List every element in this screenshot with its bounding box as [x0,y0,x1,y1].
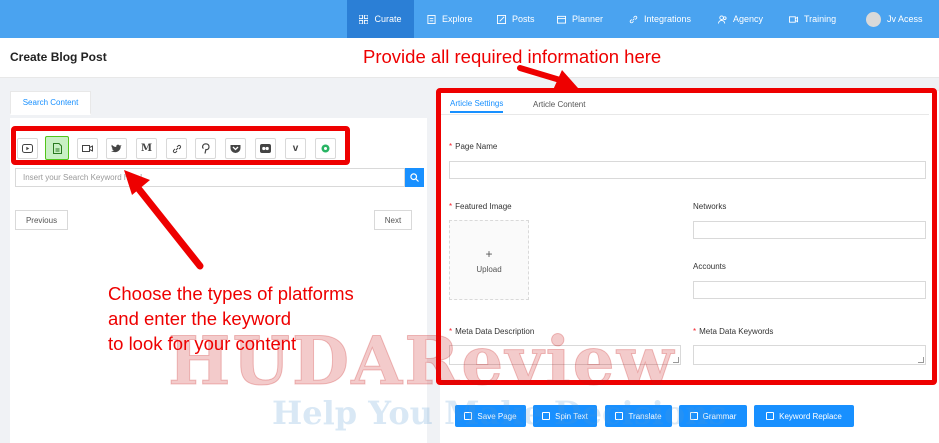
annotation-arrows [124,65,578,270]
arrow-to-settings [517,65,578,90]
arrow-to-platforms [124,170,204,270]
